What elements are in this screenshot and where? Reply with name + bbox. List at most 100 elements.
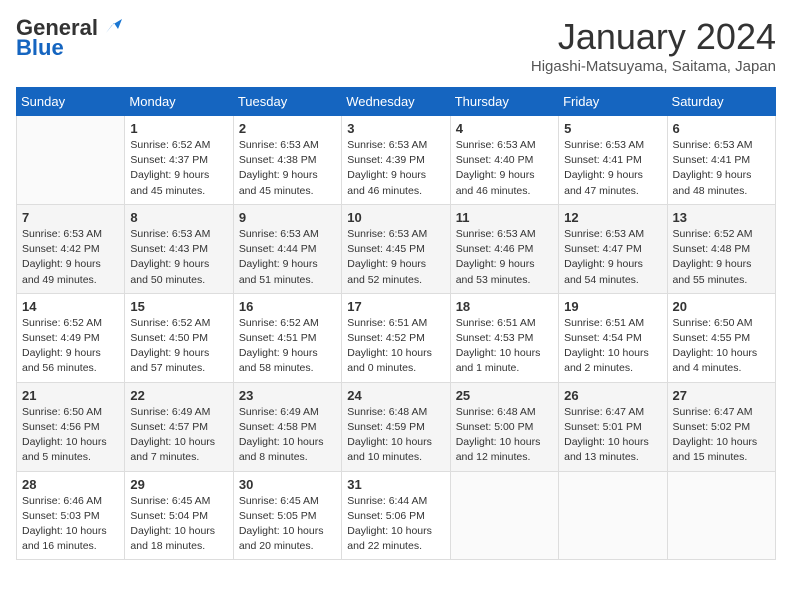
calendar-cell: 8 Sunrise: 6:53 AM Sunset: 4:43 PM Daylig… bbox=[125, 204, 233, 293]
day-number: 23 bbox=[239, 388, 336, 403]
header-row: SundayMondayTuesdayWednesdayThursdayFrid… bbox=[17, 88, 776, 116]
cell-info: Sunrise: 6:53 AM Sunset: 4:38 PM Dayligh… bbox=[239, 138, 336, 199]
day-number: 11 bbox=[456, 210, 553, 225]
day-number: 17 bbox=[347, 299, 444, 314]
calendar-cell: 21 Sunrise: 6:50 AM Sunset: 4:56 PM Dayli… bbox=[17, 382, 125, 471]
day-number: 18 bbox=[456, 299, 553, 314]
cell-info: Sunrise: 6:53 AM Sunset: 4:43 PM Dayligh… bbox=[130, 227, 227, 288]
cell-info: Sunrise: 6:52 AM Sunset: 4:48 PM Dayligh… bbox=[673, 227, 770, 288]
cell-info: Sunrise: 6:53 AM Sunset: 4:46 PM Dayligh… bbox=[456, 227, 553, 288]
cell-info: Sunrise: 6:50 AM Sunset: 4:56 PM Dayligh… bbox=[22, 405, 119, 466]
calendar-cell bbox=[17, 116, 125, 205]
calendar-cell: 25 Sunrise: 6:48 AM Sunset: 5:00 PM Dayli… bbox=[450, 382, 558, 471]
col-header-wednesday: Wednesday bbox=[342, 88, 450, 116]
day-number: 8 bbox=[130, 210, 227, 225]
day-number: 10 bbox=[347, 210, 444, 225]
calendar-cell: 2 Sunrise: 6:53 AM Sunset: 4:38 PM Daylig… bbox=[233, 116, 341, 205]
calendar-cell: 13 Sunrise: 6:52 AM Sunset: 4:48 PM Dayli… bbox=[667, 204, 775, 293]
day-number: 25 bbox=[456, 388, 553, 403]
calendar-cell: 26 Sunrise: 6:47 AM Sunset: 5:01 PM Dayli… bbox=[559, 382, 667, 471]
calendar-cell: 3 Sunrise: 6:53 AM Sunset: 4:39 PM Daylig… bbox=[342, 116, 450, 205]
location-subtitle: Higashi-Matsuyama, Saitama, Japan bbox=[531, 58, 776, 75]
calendar-cell: 28Sunrise: 6:46 AM Sunset: 5:03 PM Dayli… bbox=[17, 471, 125, 560]
day-number: 21 bbox=[22, 388, 119, 403]
cell-info: Sunrise: 6:48 AM Sunset: 5:00 PM Dayligh… bbox=[456, 405, 553, 466]
calendar-cell: 31 Sunrise: 6:44 AM Sunset: 5:06 PM Dayli… bbox=[342, 471, 450, 560]
calendar-cell: 14Sunrise: 6:52 AM Sunset: 4:49 PM Dayli… bbox=[17, 293, 125, 382]
cell-info: Sunrise: 6:47 AM Sunset: 5:01 PM Dayligh… bbox=[564, 405, 661, 466]
cell-info: Sunrise: 6:47 AM Sunset: 5:02 PM Dayligh… bbox=[673, 405, 770, 466]
calendar-cell: 30 Sunrise: 6:45 AM Sunset: 5:05 PM Dayli… bbox=[233, 471, 341, 560]
cell-info: Sunrise: 6:53 AM Sunset: 4:42 PM Dayligh… bbox=[22, 227, 119, 288]
day-number: 4 bbox=[456, 121, 553, 136]
week-row: 7 Sunrise: 6:53 AM Sunset: 4:42 PM Daylig… bbox=[17, 204, 776, 293]
title-block: January 2024 Higashi-Matsuyama, Saitama,… bbox=[531, 16, 776, 75]
day-number: 15 bbox=[130, 299, 227, 314]
day-number: 27 bbox=[673, 388, 770, 403]
day-number: 9 bbox=[239, 210, 336, 225]
day-number: 29 bbox=[130, 477, 227, 492]
calendar-cell: 6Sunrise: 6:53 AM Sunset: 4:41 PM Daylig… bbox=[667, 116, 775, 205]
calendar-cell: 22Sunrise: 6:49 AM Sunset: 4:57 PM Dayli… bbox=[125, 382, 233, 471]
calendar-cell: 18Sunrise: 6:51 AM Sunset: 4:53 PM Dayli… bbox=[450, 293, 558, 382]
calendar-cell: 16Sunrise: 6:52 AM Sunset: 4:51 PM Dayli… bbox=[233, 293, 341, 382]
col-header-saturday: Saturday bbox=[667, 88, 775, 116]
cell-info: Sunrise: 6:45 AM Sunset: 5:04 PM Dayligh… bbox=[130, 494, 227, 555]
day-number: 13 bbox=[673, 210, 770, 225]
day-number: 5 bbox=[564, 121, 661, 136]
cell-info: Sunrise: 6:52 AM Sunset: 4:50 PM Dayligh… bbox=[130, 316, 227, 377]
cell-info: Sunrise: 6:53 AM Sunset: 4:41 PM Dayligh… bbox=[564, 138, 661, 199]
day-number: 26 bbox=[564, 388, 661, 403]
cell-info: Sunrise: 6:53 AM Sunset: 4:45 PM Dayligh… bbox=[347, 227, 444, 288]
col-header-sunday: Sunday bbox=[17, 88, 125, 116]
cell-info: Sunrise: 6:51 AM Sunset: 4:52 PM Dayligh… bbox=[347, 316, 444, 377]
cell-info: Sunrise: 6:48 AM Sunset: 4:59 PM Dayligh… bbox=[347, 405, 444, 466]
day-number: 2 bbox=[239, 121, 336, 136]
logo: General Blue bbox=[16, 16, 122, 60]
day-number: 16 bbox=[239, 299, 336, 314]
cell-info: Sunrise: 6:53 AM Sunset: 4:40 PM Dayligh… bbox=[456, 138, 553, 199]
calendar-cell: 11 Sunrise: 6:53 AM Sunset: 4:46 PM Dayli… bbox=[450, 204, 558, 293]
cell-info: Sunrise: 6:53 AM Sunset: 4:39 PM Dayligh… bbox=[347, 138, 444, 199]
calendar-cell: 7 Sunrise: 6:53 AM Sunset: 4:42 PM Daylig… bbox=[17, 204, 125, 293]
calendar-cell: 10 Sunrise: 6:53 AM Sunset: 4:45 PM Dayli… bbox=[342, 204, 450, 293]
page-header: General Blue January 2024 Higashi-Matsuy… bbox=[16, 16, 776, 75]
calendar-table: SundayMondayTuesdayWednesdayThursdayFrid… bbox=[16, 87, 776, 560]
cell-info: Sunrise: 6:52 AM Sunset: 4:37 PM Dayligh… bbox=[130, 138, 227, 199]
cell-info: Sunrise: 6:51 AM Sunset: 4:54 PM Dayligh… bbox=[564, 316, 661, 377]
calendar-cell: 27 Sunrise: 6:47 AM Sunset: 5:02 PM Dayli… bbox=[667, 382, 775, 471]
day-number: 24 bbox=[347, 388, 444, 403]
logo-bird-icon bbox=[100, 15, 122, 37]
calendar-cell: 5 Sunrise: 6:53 AM Sunset: 4:41 PM Daylig… bbox=[559, 116, 667, 205]
day-number: 28 bbox=[22, 477, 119, 492]
cell-info: Sunrise: 6:45 AM Sunset: 5:05 PM Dayligh… bbox=[239, 494, 336, 555]
calendar-cell: 19 Sunrise: 6:51 AM Sunset: 4:54 PM Dayli… bbox=[559, 293, 667, 382]
cell-info: Sunrise: 6:53 AM Sunset: 4:47 PM Dayligh… bbox=[564, 227, 661, 288]
day-number: 12 bbox=[564, 210, 661, 225]
cell-info: Sunrise: 6:44 AM Sunset: 5:06 PM Dayligh… bbox=[347, 494, 444, 555]
day-number: 31 bbox=[347, 477, 444, 492]
day-number: 30 bbox=[239, 477, 336, 492]
calendar-cell: 15 Sunrise: 6:52 AM Sunset: 4:50 PM Dayli… bbox=[125, 293, 233, 382]
calendar-cell: 24 Sunrise: 6:48 AM Sunset: 4:59 PM Dayli… bbox=[342, 382, 450, 471]
week-row: 14Sunrise: 6:52 AM Sunset: 4:49 PM Dayli… bbox=[17, 293, 776, 382]
cell-info: Sunrise: 6:53 AM Sunset: 4:41 PM Dayligh… bbox=[673, 138, 770, 199]
calendar-cell: 29 Sunrise: 6:45 AM Sunset: 5:04 PM Dayli… bbox=[125, 471, 233, 560]
calendar-cell bbox=[559, 471, 667, 560]
day-number: 19 bbox=[564, 299, 661, 314]
calendar-cell bbox=[450, 471, 558, 560]
week-row: 21 Sunrise: 6:50 AM Sunset: 4:56 PM Dayli… bbox=[17, 382, 776, 471]
cell-info: Sunrise: 6:53 AM Sunset: 4:44 PM Dayligh… bbox=[239, 227, 336, 288]
day-number: 1 bbox=[130, 121, 227, 136]
calendar-cell: 12 Sunrise: 6:53 AM Sunset: 4:47 PM Dayli… bbox=[559, 204, 667, 293]
day-number: 3 bbox=[347, 121, 444, 136]
calendar-cell: 1 Sunrise: 6:52 AM Sunset: 4:37 PM Daylig… bbox=[125, 116, 233, 205]
day-number: 7 bbox=[22, 210, 119, 225]
cell-info: Sunrise: 6:52 AM Sunset: 4:49 PM Dayligh… bbox=[22, 316, 119, 377]
col-header-thursday: Thursday bbox=[450, 88, 558, 116]
col-header-tuesday: Tuesday bbox=[233, 88, 341, 116]
cell-info: Sunrise: 6:50 AM Sunset: 4:55 PM Dayligh… bbox=[673, 316, 770, 377]
calendar-cell bbox=[667, 471, 775, 560]
month-title: January 2024 bbox=[531, 16, 776, 58]
calendar-cell: 9 Sunrise: 6:53 AM Sunset: 4:44 PM Daylig… bbox=[233, 204, 341, 293]
